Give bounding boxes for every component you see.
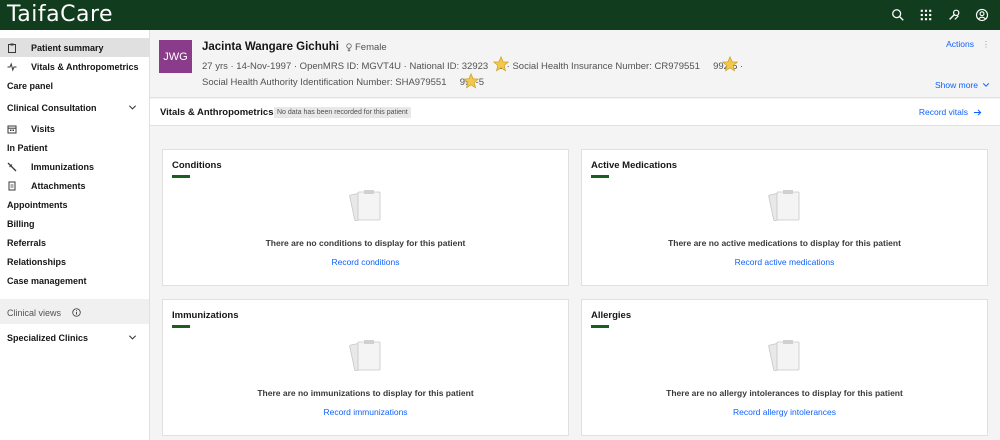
empty-state-clipboard-icon bbox=[768, 190, 800, 222]
sidebar-item-label: Appointments bbox=[7, 199, 68, 210]
sidebar-item-label: Case management bbox=[7, 275, 87, 286]
vitals-empty-tag: No data has been recorded for this patie… bbox=[274, 107, 411, 118]
sidebar-item-visits[interactable]: Visits bbox=[0, 119, 149, 138]
record-immunizations-link[interactable]: Record immunizations bbox=[163, 407, 568, 417]
redaction-star-icon bbox=[463, 73, 479, 89]
record-active-medications-link[interactable]: Record active medications bbox=[582, 257, 987, 267]
activity-icon bbox=[7, 62, 17, 72]
card-title-underline bbox=[591, 325, 609, 328]
sidebar-item-billing[interactable]: Billing bbox=[0, 214, 149, 233]
gender-female-icon bbox=[346, 43, 352, 52]
patient-name: Jacinta Wangare Gichuhi bbox=[202, 41, 339, 53]
redaction-star-icon bbox=[722, 56, 738, 72]
actions-label: Actions bbox=[946, 39, 974, 49]
patient-identifiers-line2: Social Health Authority Identification N… bbox=[202, 77, 484, 88]
sidebar-item-label: Care panel bbox=[7, 80, 54, 91]
patient-identifiers-line1: 27 yrs · 14-Nov-1997 · OpenMRS ID: MGVT4… bbox=[202, 61, 744, 72]
topbar-actions bbox=[884, 0, 996, 30]
sidebar-item-patient-summary[interactable]: Patient summary bbox=[0, 38, 149, 57]
sidebar-item-clinical-consultation[interactable]: Clinical Consultation bbox=[0, 98, 149, 117]
sidebar-item-label: Billing bbox=[7, 218, 35, 229]
sidebar-item-vitals[interactable]: Vitals & Anthropometrics bbox=[0, 57, 149, 76]
info-icon[interactable] bbox=[72, 308, 81, 317]
conditions-card: Conditions There are no conditions to di… bbox=[162, 149, 569, 286]
card-title-underline bbox=[172, 175, 190, 178]
patient-banner: JWG Jacinta Wangare Gichuhi Female 27 yr… bbox=[150, 30, 1000, 98]
sidebar-item-label: Vitals & Anthropometrics bbox=[31, 61, 139, 72]
chevron-down-icon[interactable] bbox=[128, 333, 137, 342]
vitals-title: Vitals & Anthropometrics bbox=[160, 107, 274, 118]
card-title: Active Medications bbox=[591, 160, 678, 171]
record-allergy-intolerances-link[interactable]: Record allergy intolerances bbox=[582, 407, 987, 417]
sidebar-item-immunizations[interactable]: Immunizations bbox=[0, 157, 149, 176]
card-title: Immunizations bbox=[172, 310, 239, 321]
sidebar-item-label: Patient summary bbox=[31, 42, 104, 53]
sidebar-item-appointments[interactable]: Appointments bbox=[0, 195, 149, 214]
immunizations-card: Immunizations There are no immunizations… bbox=[162, 299, 569, 436]
clipboard-icon bbox=[7, 43, 17, 53]
sidebar-item-referrals[interactable]: Referrals bbox=[0, 233, 149, 252]
sidebar-item-label: Referrals bbox=[7, 237, 47, 248]
record-vitals-button[interactable]: Record vitals bbox=[919, 107, 982, 117]
active-medications-card: Active Medications There are no active m… bbox=[581, 149, 988, 286]
sidebar-item-attachments[interactable]: Attachments bbox=[0, 176, 149, 195]
sidebar-item-label: Specialized Clinics bbox=[7, 332, 89, 343]
sidebar-item-care-panel[interactable]: Care panel bbox=[0, 76, 149, 95]
record-vitals-label: Record vitals bbox=[918, 107, 968, 117]
sidebar-item-specialized-clinics[interactable]: Specialized Clinics bbox=[0, 328, 149, 347]
card-title-underline bbox=[591, 175, 609, 178]
sidebar-item-label: Clinical Consultation bbox=[7, 102, 97, 113]
sidebar-item-label: Attachments bbox=[31, 180, 86, 191]
empty-state-text: There are no active medications to displ… bbox=[668, 238, 901, 248]
brand-logo[interactable]: TaifaCare bbox=[0, 0, 113, 30]
sidebar-item-label: In Patient bbox=[7, 142, 48, 153]
patient-gender-label: Female bbox=[355, 42, 387, 53]
chevron-down-icon[interactable] bbox=[128, 103, 137, 112]
app-switcher-icon[interactable] bbox=[912, 0, 940, 30]
empty-state-text: There are no immunizations to display fo… bbox=[257, 388, 474, 398]
show-more-button[interactable]: Show more bbox=[935, 80, 990, 90]
user-avatar-icon[interactable] bbox=[968, 0, 996, 30]
sidebar-section-label: Clinical views bbox=[7, 308, 62, 318]
card-title-underline bbox=[172, 325, 190, 328]
calendar-icon bbox=[7, 124, 17, 134]
allergies-card: Allergies There are no allergy intoleran… bbox=[581, 299, 988, 436]
empty-state-clipboard-icon bbox=[349, 190, 381, 222]
arrow-right-icon bbox=[973, 108, 982, 116]
vitals-header-bar: Vitals & Anthropometrics No data has bee… bbox=[150, 99, 1000, 126]
patient-gender: Female bbox=[345, 42, 387, 53]
sidebar-item-label: Immunizations bbox=[31, 161, 95, 172]
document-icon bbox=[7, 181, 17, 191]
record-conditions-link[interactable]: Record conditions bbox=[163, 257, 568, 267]
sidebar-item-case-management[interactable]: Case management bbox=[0, 271, 149, 290]
overflow-menu-icon: ⋮ bbox=[982, 39, 990, 49]
left-sidebar: Patient summary Vitals & Anthropometrics… bbox=[0, 30, 150, 440]
actions-menu-button[interactable]: Actions ⋮ bbox=[946, 39, 990, 49]
card-title: Conditions bbox=[172, 160, 222, 171]
sidebar-item-in-patient[interactable]: In Patient bbox=[0, 138, 149, 157]
chevron-down-icon bbox=[982, 83, 990, 87]
empty-state-clipboard-icon bbox=[349, 340, 381, 372]
top-navigation-bar: TaifaCare bbox=[0, 0, 1000, 30]
empty-state-text: There are no allergy intolerances to dis… bbox=[666, 388, 903, 398]
show-more-label: Show more bbox=[935, 80, 978, 90]
empty-state-text: There are no conditions to display for t… bbox=[265, 238, 466, 248]
redaction-star-icon bbox=[493, 56, 509, 72]
sidebar-item-label: Relationships bbox=[7, 256, 67, 267]
syringe-icon bbox=[7, 162, 17, 172]
card-title: Allergies bbox=[591, 310, 632, 321]
tools-icon[interactable] bbox=[940, 0, 968, 30]
sidebar-item-label: Visits bbox=[31, 123, 55, 134]
sidebar-item-relationships[interactable]: Relationships bbox=[0, 252, 149, 271]
search-icon[interactable] bbox=[884, 0, 912, 30]
patient-avatar: JWG bbox=[159, 40, 192, 73]
empty-state-clipboard-icon bbox=[768, 340, 800, 372]
